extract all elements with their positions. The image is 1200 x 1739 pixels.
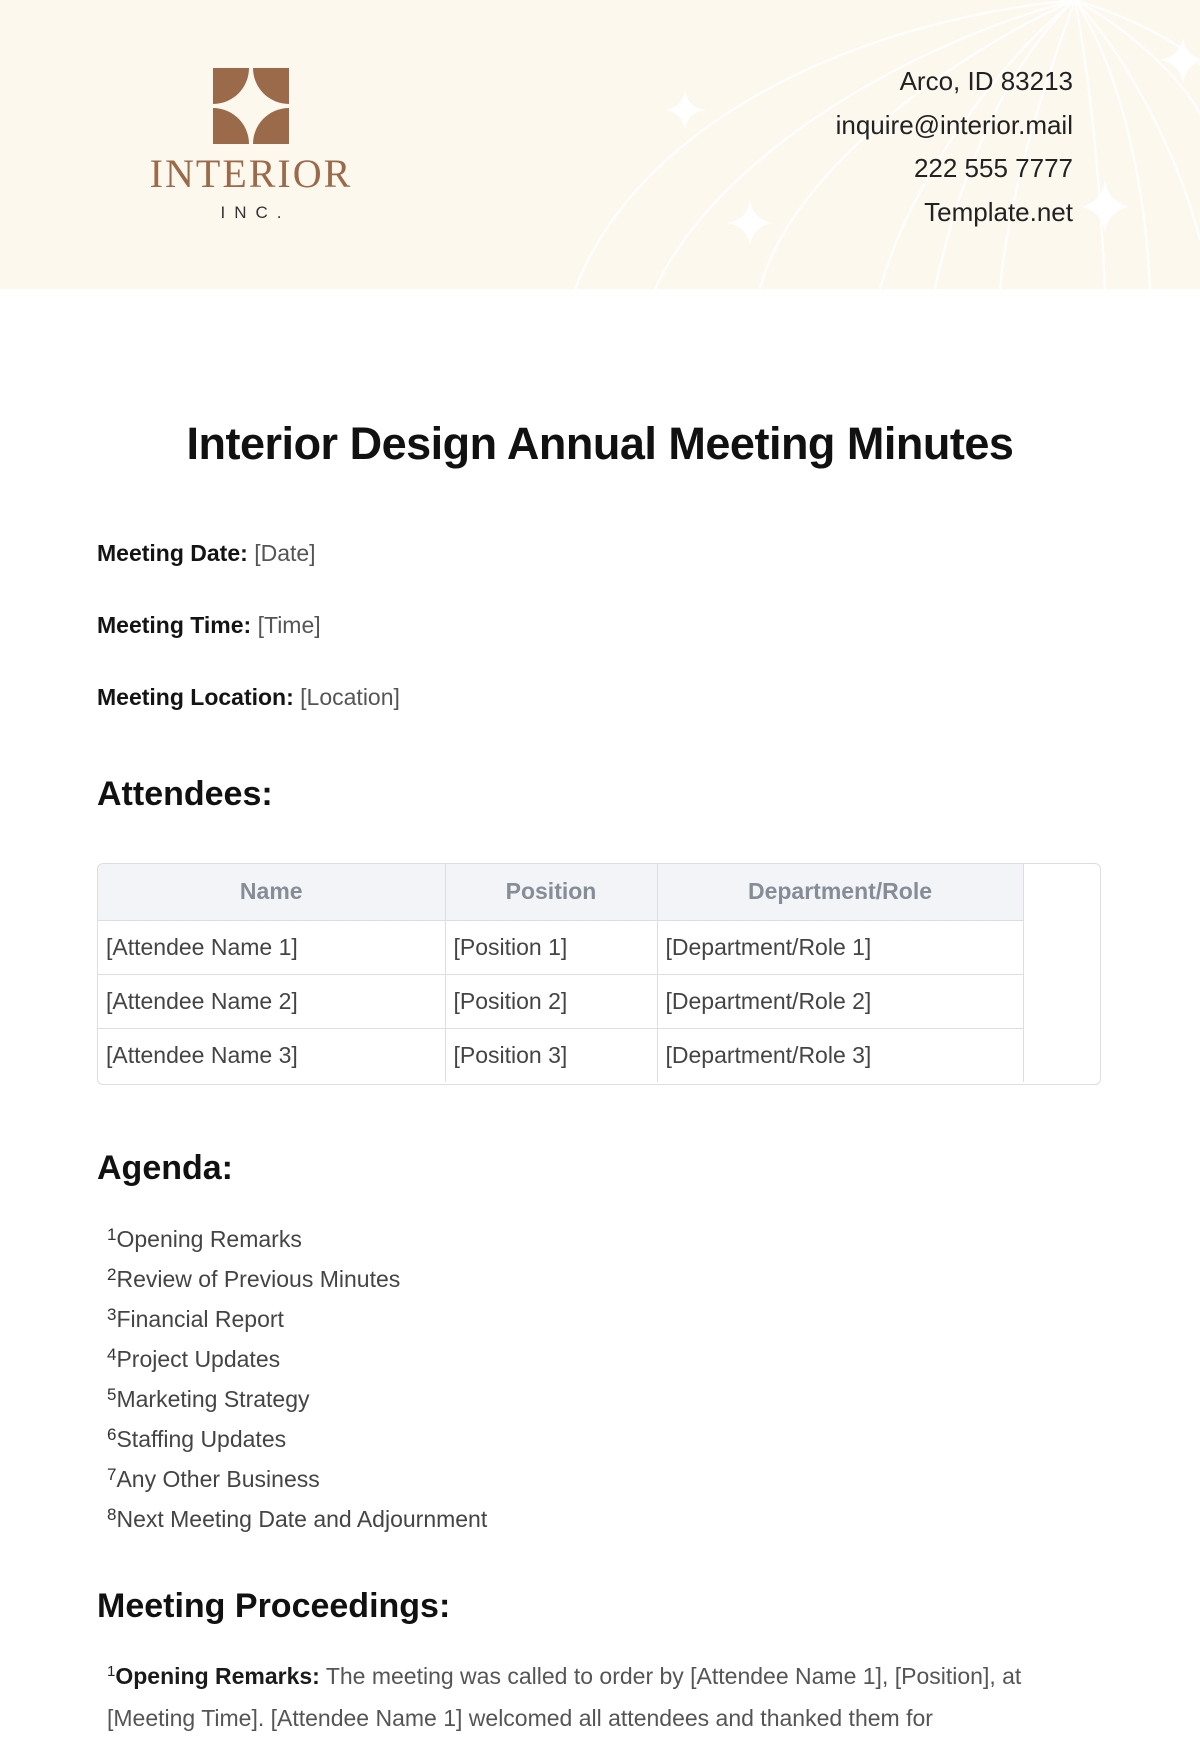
item-text: Financial Report xyxy=(116,1306,284,1332)
table-row: [Attendee Name 1] [Position 1] [Departme… xyxy=(98,920,1024,975)
list-item: 3Financial Report xyxy=(107,1297,487,1337)
column-header-position: Position xyxy=(445,864,658,921)
table-row: [Attendee Name 2] [Position 2] [Departme… xyxy=(98,974,1024,1029)
cell-position: [Position 2] xyxy=(445,974,658,1029)
sparkle-icon xyxy=(727,200,773,246)
cell-name: [Attendee Name 1] xyxy=(98,920,446,975)
cell-department: [Department/Role 2] xyxy=(657,974,1024,1029)
agenda-heading: Agenda: xyxy=(97,1149,233,1187)
attendees-heading: Attendees: xyxy=(97,775,273,813)
proceedings-item: 1Opening Remarks: The meeting was called… xyxy=(107,1651,1107,1739)
list-item: 1Opening Remarks xyxy=(107,1217,487,1257)
item-text: Staffing Updates xyxy=(116,1426,287,1452)
item-text: Any Other Business xyxy=(116,1466,320,1492)
list-item: 5Marketing Strategy xyxy=(107,1377,487,1417)
cell-department: [Department/Role 3] xyxy=(657,1028,1024,1082)
item-text: Opening Remarks xyxy=(116,1226,302,1252)
company-logo: INTERIOR INC. xyxy=(120,68,382,221)
meeting-time-label: Meeting Time: xyxy=(97,612,252,638)
meeting-time-value: [Time] xyxy=(257,612,321,638)
contact-email[interactable]: inquire@interior.mail xyxy=(836,104,1073,148)
contact-phone: 222 555 7777 xyxy=(913,153,1073,183)
item-label: Opening Remarks: xyxy=(115,1663,320,1689)
table-header-row: Name Position Department/Role xyxy=(98,864,1024,921)
meeting-location-label: Meeting Location: xyxy=(97,684,294,710)
meeting-location-value: [Location] xyxy=(300,684,400,710)
cell-position: [Position 3] xyxy=(445,1028,658,1082)
contact-website[interactable]: Template.net xyxy=(836,191,1073,235)
item-text: Project Updates xyxy=(116,1346,281,1372)
item-text: Next Meeting Date and Adjournment xyxy=(116,1506,488,1532)
list-item: 6Staffing Updates xyxy=(107,1417,487,1457)
cell-department: [Department/Role 1] xyxy=(657,920,1024,975)
item-text: Review of Previous Minutes xyxy=(116,1266,401,1292)
sparkle-icon xyxy=(1160,38,1200,84)
list-item: 8Next Meeting Date and Adjournment xyxy=(107,1497,487,1537)
letterhead: INTERIOR INC. Arco, ID 83213 inquire@int… xyxy=(0,0,1200,289)
meeting-date-value: [Date] xyxy=(254,540,316,566)
meeting-time: Meeting Time: [Time] xyxy=(97,612,321,639)
table-row: [Attendee Name 3] [Position 3] [Departme… xyxy=(98,1028,1024,1082)
column-header-department: Department/Role xyxy=(657,864,1024,921)
agenda-list: 1Opening Remarks 2Review of Previous Min… xyxy=(107,1217,487,1537)
sparkle-icon xyxy=(664,90,706,130)
meeting-location: Meeting Location: [Location] xyxy=(97,684,400,711)
logo-mark-icon xyxy=(213,68,289,144)
cell-name: [Attendee Name 2] xyxy=(98,974,446,1029)
attendees-table: Name Position Department/Role [Attendee … xyxy=(97,863,1101,1085)
column-header-name: Name xyxy=(98,864,446,921)
sparkle-icon xyxy=(1082,180,1128,232)
cell-position: [Position 1] xyxy=(445,920,658,975)
meeting-date: Meeting Date: [Date] xyxy=(97,540,316,567)
list-item: 2Review of Previous Minutes xyxy=(107,1257,487,1297)
list-item: 7Any Other Business xyxy=(107,1457,487,1497)
contact-block: Arco, ID 83213 inquire@interior.mail 222… xyxy=(836,60,1073,234)
logo-wordmark: INTERIOR xyxy=(149,151,353,196)
list-item: 4Project Updates xyxy=(107,1337,487,1377)
cell-name: [Attendee Name 3] xyxy=(98,1028,446,1082)
page-title: Interior Design Annual Meeting Minutes xyxy=(186,418,1014,469)
item-text: Marketing Strategy xyxy=(116,1386,310,1412)
contact-address: Arco, ID 83213 xyxy=(899,66,1073,96)
proceedings-heading: Meeting Proceedings: xyxy=(97,1587,451,1625)
meeting-date-label: Meeting Date: xyxy=(97,540,248,566)
logo-subtitle: INC. xyxy=(220,203,291,222)
